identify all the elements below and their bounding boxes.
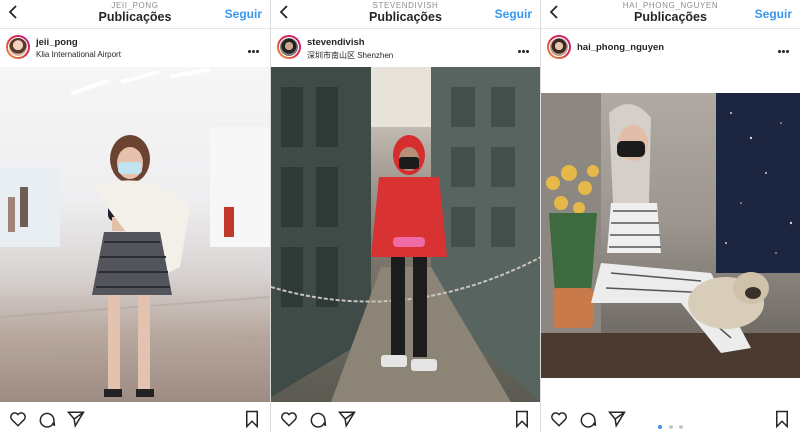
post-location[interactable]: Klia International Airport	[36, 50, 121, 59]
bookmark-icon[interactable]	[243, 410, 261, 429]
post-header: stevendivish 深圳市南山区 Shenzhen	[271, 30, 540, 66]
top-bar: HAI_PHONG_NGUYEN Publicações Seguir	[541, 0, 800, 29]
send-icon[interactable]	[337, 410, 356, 428]
heart-icon[interactable]	[9, 410, 27, 428]
carousel-dot	[668, 425, 673, 429]
post-location[interactable]: 深圳市南山区 Shenzhen	[307, 50, 393, 61]
more-horizontal-icon[interactable]	[778, 40, 792, 53]
post-actions	[0, 404, 270, 432]
send-icon[interactable]	[66, 410, 85, 428]
bookmark-icon[interactable]	[513, 410, 531, 429]
comment-icon[interactable]	[38, 410, 56, 428]
post-username[interactable]: hai_phong_nguyen	[577, 42, 664, 53]
post-actions	[271, 404, 540, 432]
post-panel-1: JEII_PONG Publicações Seguir jeii_pong K…	[0, 0, 270, 432]
top-bar: STEVENDIVISH Publicações Seguir	[271, 0, 540, 29]
post-photo[interactable]	[541, 93, 800, 378]
follow-button[interactable]: Seguir	[495, 7, 532, 21]
post-panel-3: HAI_PHONG_NGUYEN Publicações Seguir hai_…	[540, 0, 800, 432]
feed-screens: JEII_PONG Publicações Seguir jeii_pong K…	[0, 0, 800, 432]
post-username[interactable]: jeii_pong	[36, 37, 78, 48]
post-photo[interactable]	[271, 67, 540, 402]
post-header: hai_phong_nguyen	[541, 30, 800, 66]
avatar[interactable]	[6, 35, 30, 59]
post-photo[interactable]	[0, 67, 270, 402]
avatar[interactable]	[277, 35, 301, 59]
carousel-dot	[678, 425, 683, 429]
more-horizontal-icon[interactable]	[518, 40, 532, 53]
post-panel-2: STEVENDIVISH Publicações Seguir stevendi…	[270, 0, 540, 432]
top-bar: JEII_PONG Publicações Seguir	[0, 0, 270, 29]
follow-button[interactable]: Seguir	[755, 7, 792, 21]
heart-icon[interactable]	[280, 410, 298, 428]
more-horizontal-icon[interactable]	[248, 40, 262, 53]
post-username[interactable]: stevendivish	[307, 37, 365, 48]
post-header: jeii_pong Klia International Airport	[0, 30, 270, 66]
follow-button[interactable]: Seguir	[225, 7, 262, 21]
comment-icon[interactable]	[309, 410, 327, 428]
carousel-indicator	[541, 416, 800, 432]
carousel-dot	[658, 425, 663, 429]
avatar[interactable]	[547, 35, 571, 59]
